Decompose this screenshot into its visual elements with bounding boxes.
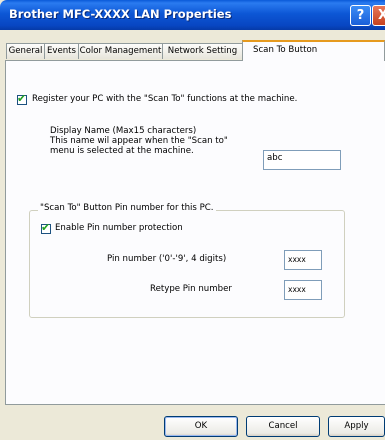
window-title: Brother MFC-XXXX LAN Properties <box>9 7 232 21</box>
tab-events[interactable]: Events <box>44 43 79 59</box>
ok-button[interactable]: OK <box>164 416 238 437</box>
tab-strip: General Events Color Management Network … <box>0 40 385 61</box>
display-name-desc-line2: menu is selected at the machine. <box>50 146 194 156</box>
display-name-desc-line1: This name wil appear when the "Scan to" <box>50 136 228 146</box>
pin-number-input[interactable]: xxxx <box>284 250 322 270</box>
properties-dialog: Brother MFC-XXXX LAN Properties ? X Gene… <box>0 0 385 440</box>
register-label: Register your PC with the "Scan To" func… <box>32 94 298 104</box>
display-name-input[interactable]: abc <box>263 150 341 170</box>
pin-group-title: "Scan To" Button Pin number for this PC. <box>38 203 216 213</box>
tab-scan-to-button[interactable]: Scan To Button <box>242 40 385 61</box>
apply-button[interactable]: Apply <box>328 416 385 437</box>
tab-color-management[interactable]: Color Management <box>78 43 163 59</box>
close-button[interactable]: X <box>372 5 385 26</box>
tab-network-setting[interactable]: Network Setting <box>162 43 243 59</box>
checkmark-icon: ✔ <box>41 221 51 234</box>
retype-pin-label: Retype Pin number <box>150 284 232 294</box>
help-button[interactable]: ? <box>350 5 371 26</box>
pin-number-label: Pin number ('0'-'9', 4 digits) <box>107 254 227 264</box>
tab-general[interactable]: General <box>6 43 45 59</box>
retype-pin-input[interactable]: xxxx <box>284 280 322 300</box>
display-name-label: Display Name (Max15 characters) <box>50 126 197 136</box>
checkmark-icon: ✔ <box>17 92 27 105</box>
cancel-button[interactable]: Cancel <box>246 416 320 437</box>
enable-pin-checkbox[interactable]: ✔ <box>41 221 51 234</box>
title-bar[interactable]: Brother MFC-XXXX LAN Properties ? X <box>0 0 385 30</box>
register-checkbox[interactable]: ✔ <box>17 92 27 105</box>
enable-pin-label: Enable Pin number protection <box>55 223 183 233</box>
